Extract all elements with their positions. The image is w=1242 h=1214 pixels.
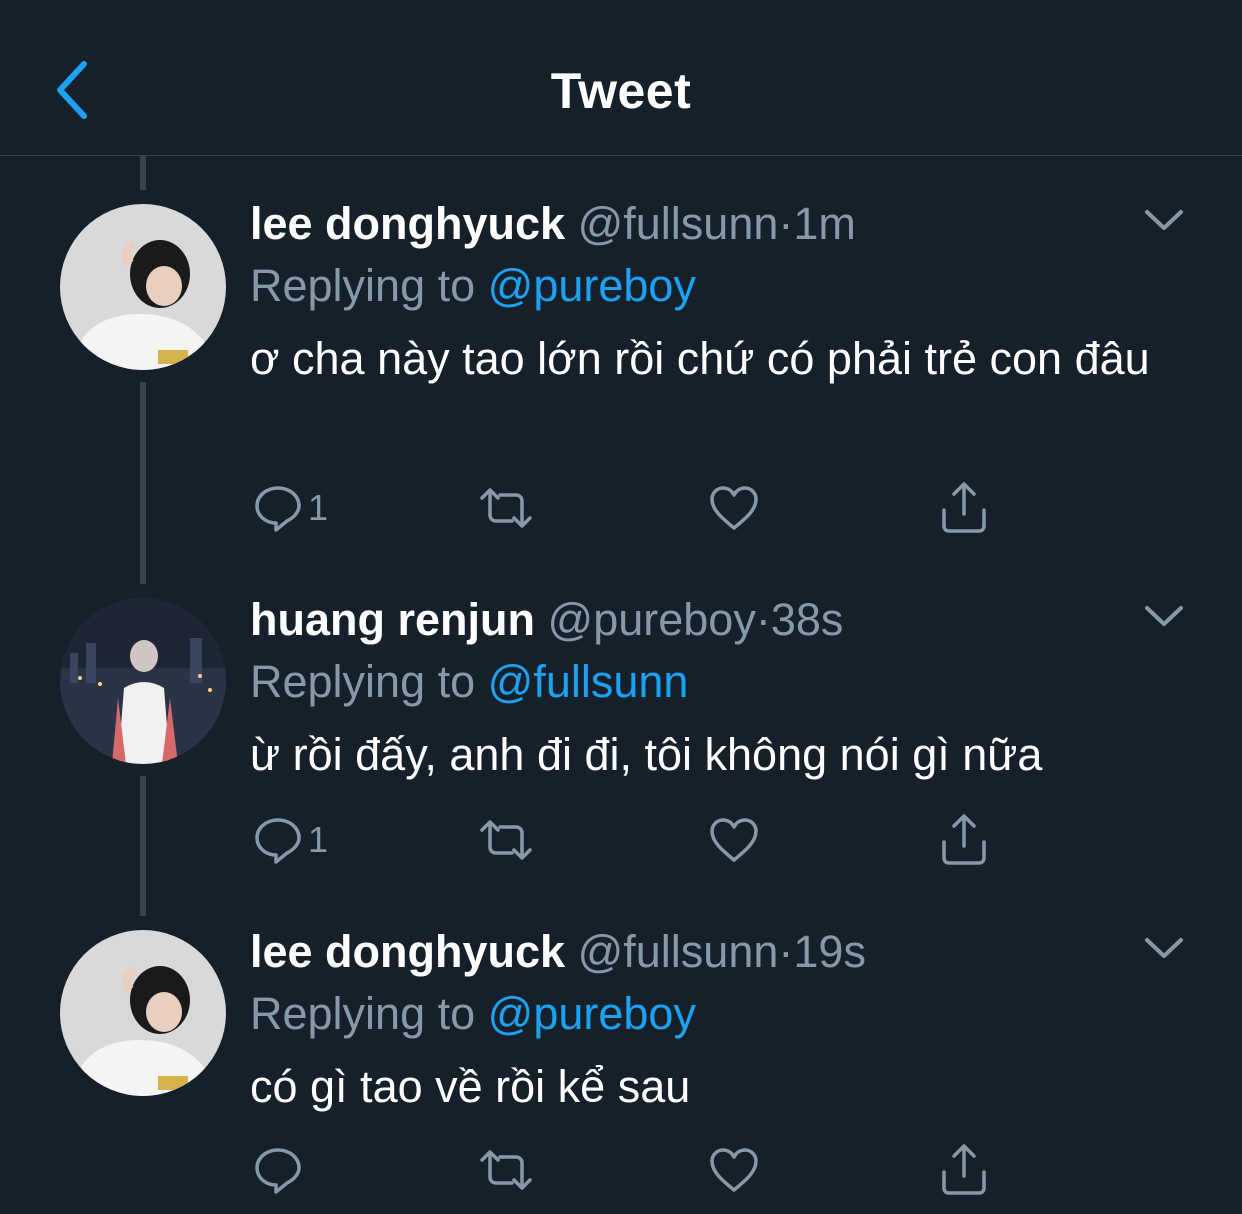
separator-dot: · — [778, 926, 794, 977]
separator-dot: · — [755, 594, 771, 645]
replying-to-label: Replying to — [250, 656, 476, 707]
display-name[interactable]: lee donghyuck — [250, 926, 565, 977]
replying-to: Replying to @fullsunn — [250, 654, 688, 710]
reply-count: 1 — [308, 819, 329, 860]
timestamp[interactable]: 19s — [793, 926, 866, 977]
avatar[interactable] — [60, 598, 226, 764]
profile-photo — [60, 204, 226, 370]
share-button[interactable] — [936, 478, 992, 538]
retweet-button[interactable] — [478, 1140, 534, 1200]
tweet[interactable]: lee donghyuck @fullsunn·1m Replying to @… — [0, 196, 1242, 556]
thread-line — [140, 156, 146, 190]
profile-photo — [60, 930, 226, 1096]
replying-to: Replying to @pureboy — [250, 258, 696, 314]
share-icon — [942, 814, 986, 865]
reply-button[interactable]: 1 — [250, 478, 328, 538]
heart-icon — [710, 818, 758, 862]
reply-icon — [255, 486, 301, 532]
reply-icon — [255, 818, 301, 864]
username[interactable]: @fullsunn — [578, 198, 779, 249]
mention-link[interactable]: @pureboy — [488, 988, 696, 1039]
like-button[interactable] — [706, 478, 762, 538]
tweet-text: ơ cha này tao lớn rồi chứ có phải trẻ co… — [250, 333, 1150, 384]
share-icon — [942, 1144, 986, 1195]
replying-to-label: Replying to — [250, 260, 476, 311]
reply-count: 1 — [308, 487, 329, 528]
display-name[interactable]: lee donghyuck — [250, 198, 565, 249]
mention-link[interactable]: @pureboy — [488, 260, 696, 311]
heart-icon — [710, 486, 758, 530]
page-title: Tweet — [550, 63, 692, 119]
tweet-actions — [250, 1140, 1010, 1200]
chevron-down-icon — [1145, 938, 1183, 958]
tweet[interactable]: lee donghyuck @fullsunn·19s Replying to … — [0, 924, 1242, 1214]
heart-icon — [710, 1148, 758, 1192]
avatar[interactable] — [60, 930, 226, 1096]
retweet-button[interactable] — [478, 478, 534, 538]
reply-button[interactable]: 1 — [250, 810, 328, 870]
tweet-actions: 1 — [250, 478, 1010, 538]
retweet-icon — [480, 820, 532, 860]
replying-to-label: Replying to — [250, 988, 476, 1039]
username[interactable]: @pureboy — [548, 594, 756, 645]
chevron-down-icon — [1145, 606, 1183, 626]
tweet-text: ừ rồi đấy, anh đi đi, tôi không nói gì n… — [250, 729, 1043, 780]
timestamp[interactable]: 1m — [793, 198, 856, 249]
more-options-button[interactable] — [1143, 206, 1185, 234]
retweet-button[interactable] — [478, 810, 534, 870]
avatar[interactable] — [60, 204, 226, 370]
tweet-header: lee donghyuck @fullsunn·19s — [250, 924, 866, 980]
share-button[interactable] — [936, 810, 992, 870]
username[interactable]: @fullsunn — [578, 926, 779, 977]
retweet-icon — [480, 1150, 532, 1190]
retweet-icon — [480, 488, 532, 528]
tweet-text: có gì tao về rồi kể sau — [250, 1061, 691, 1112]
like-button[interactable] — [706, 810, 762, 870]
share-button[interactable] — [936, 1140, 992, 1200]
mention-link[interactable]: @fullsunn — [488, 656, 689, 707]
timestamp[interactable]: 38s — [771, 594, 844, 645]
like-button[interactable] — [706, 1140, 762, 1200]
more-options-button[interactable] — [1143, 934, 1185, 962]
separator-dot: · — [778, 198, 794, 249]
display-name[interactable]: huang renjun — [250, 594, 535, 645]
more-options-button[interactable] — [1143, 602, 1185, 630]
reply-button[interactable] — [250, 1140, 308, 1200]
chevron-down-icon — [1145, 210, 1183, 230]
reply-icon — [255, 1148, 301, 1194]
profile-photo — [60, 598, 226, 764]
replying-to: Replying to @pureboy — [250, 986, 696, 1042]
tweet[interactable]: huang renjun @pureboy·38s Replying to @f… — [0, 592, 1242, 892]
share-icon — [942, 482, 986, 533]
tweet-actions: 1 — [250, 810, 1010, 870]
tweet-header: lee donghyuck @fullsunn·1m — [250, 196, 856, 252]
tweet-header: huang renjun @pureboy·38s — [250, 592, 843, 648]
top-bar: Tweet — [0, 0, 1242, 156]
